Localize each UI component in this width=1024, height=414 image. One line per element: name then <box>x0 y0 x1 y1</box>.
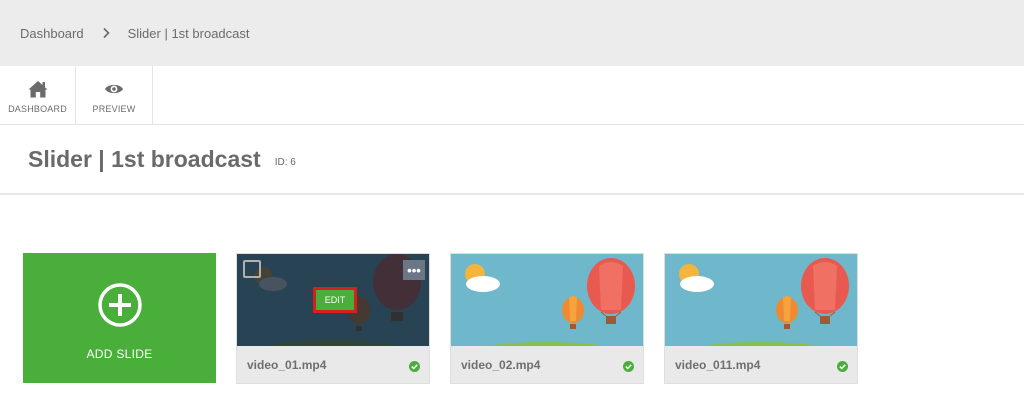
slide-thumbnail <box>451 254 643 346</box>
slide-card[interactable]: video_011.mp4 <box>664 253 858 384</box>
select-checkbox[interactable] <box>243 260 261 278</box>
slide-card[interactable]: video_02.mp4 <box>450 253 644 384</box>
dashboard-button-label: DASHBOARD <box>8 103 67 114</box>
add-slide-label: ADD SLIDE <box>86 346 153 361</box>
check-circle-icon <box>623 359 634 372</box>
slides-grid: ADD SLIDE ••• EDIT video_01.mp4 video_02… <box>0 253 1024 393</box>
slide-card[interactable]: ••• EDIT video_01.mp4 <box>236 253 430 384</box>
slide-card-footer: video_01.mp4 <box>237 346 429 383</box>
preview-button[interactable]: PREVIEW <box>76 66 153 125</box>
slide-filename: video_02.mp4 <box>461 357 541 372</box>
slide-thumbnail: ••• EDIT <box>237 254 429 346</box>
more-options-button[interactable]: ••• <box>403 260 425 280</box>
slide-filename: video_011.mp4 <box>675 357 761 372</box>
slide-thumbnail <box>665 254 857 346</box>
breadcrumb: Dashboard Slider | 1st broadcast <box>0 0 1024 66</box>
plus-circle-icon <box>97 282 143 333</box>
dashboard-button[interactable]: DASHBOARD <box>0 66 76 125</box>
breadcrumb-current: Slider | 1st broadcast <box>127 25 250 41</box>
breadcrumb-dashboard-link[interactable]: Dashboard <box>20 26 84 41</box>
page-title: Slider | 1st broadcast <box>28 145 261 172</box>
check-circle-icon <box>409 359 420 372</box>
slide-card-footer: video_011.mp4 <box>665 346 857 383</box>
slide-card-footer: video_02.mp4 <box>451 346 643 383</box>
home-icon <box>27 78 49 100</box>
slide-filename: video_01.mp4 <box>247 357 327 372</box>
edit-button[interactable]: EDIT <box>313 287 357 313</box>
chevron-right-icon <box>100 27 112 39</box>
eye-icon <box>104 78 124 100</box>
add-slide-button[interactable]: ADD SLIDE <box>23 253 216 383</box>
preview-button-label: PREVIEW <box>92 103 136 114</box>
title-area: Slider | 1st broadcast ID: 6 <box>0 125 1024 195</box>
check-circle-icon <box>837 359 848 372</box>
toolbar: DASHBOARD PREVIEW <box>0 66 1024 125</box>
id-label: ID: 6 <box>274 156 296 168</box>
